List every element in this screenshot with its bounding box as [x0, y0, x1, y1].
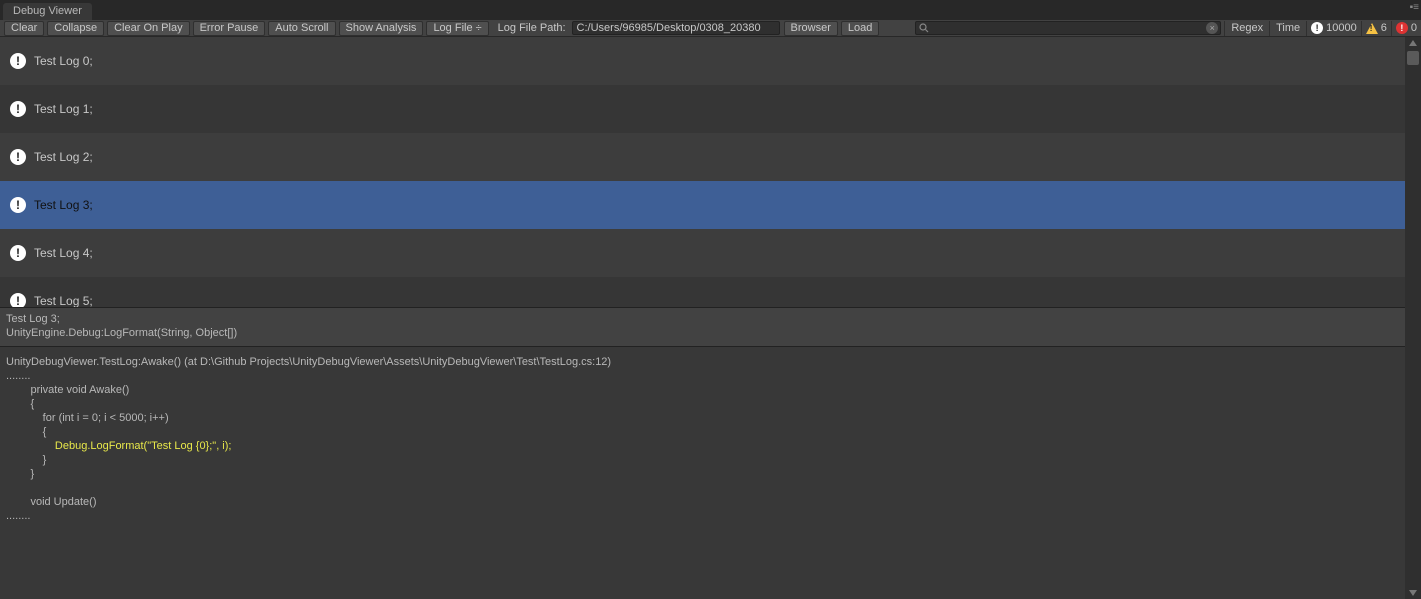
scroll-down-icon[interactable] — [1405, 587, 1421, 599]
detail-message: Test Log 3; — [6, 312, 1415, 326]
search-input[interactable]: × — [915, 21, 1221, 35]
log-file-path-input[interactable]: C:/Users/96985/Desktop/0308_20380 — [572, 21, 780, 35]
toolbar: Clear Collapse Clear On Play Error Pause… — [0, 20, 1421, 37]
info-counter[interactable]: ! 10000 — [1306, 21, 1361, 36]
log-text: Test Log 3; — [34, 198, 93, 212]
scroll-thumb[interactable] — [1407, 51, 1419, 65]
log-file-path-label: Log File Path: — [492, 21, 572, 36]
scroll-up-icon[interactable] — [1405, 37, 1421, 49]
info-icon: ! — [10, 197, 26, 213]
detail-caller: UnityEngine.Debug:LogFormat(String, Obje… — [6, 326, 1415, 340]
log-text: Test Log 2; — [34, 150, 93, 164]
scrollbar[interactable] — [1405, 37, 1421, 599]
info-icon: ! — [10, 101, 26, 117]
warning-icon — [1366, 23, 1378, 34]
info-icon: ! — [10, 245, 26, 261]
log-text: Test Log 4; — [34, 246, 93, 260]
stack-line[interactable]: UnityDebugViewer.TestLog:Awake() (at D:\… — [6, 356, 611, 368]
log-file-dropdown[interactable]: Log File ÷ — [426, 21, 488, 36]
load-button[interactable]: Load — [841, 21, 879, 36]
info-count: 10000 — [1326, 22, 1357, 34]
warning-count: 6 — [1381, 22, 1387, 34]
regex-toggle[interactable]: Regex — [1224, 21, 1269, 36]
log-row[interactable]: ! Test Log 5; — [0, 277, 1421, 307]
error-icon: ! — [1396, 22, 1408, 34]
log-text: Test Log 5; — [34, 294, 93, 307]
detail-body: UnityDebugViewer.TestLog:Awake() (at D:\… — [0, 347, 1421, 531]
code-dots: ........ — [6, 370, 30, 382]
info-icon: ! — [10, 149, 26, 165]
error-count: 0 — [1411, 22, 1417, 34]
collapse-toggle[interactable]: Collapse — [47, 21, 104, 36]
info-icon: ! — [1311, 22, 1323, 34]
code-line: { — [6, 426, 46, 438]
code-line: private void Awake() — [6, 384, 129, 396]
log-text: Test Log 1; — [34, 102, 93, 116]
log-row[interactable]: ! Test Log 2; — [0, 133, 1421, 181]
show-analysis-toggle[interactable]: Show Analysis — [339, 21, 424, 36]
log-list: ! Test Log 0;! Test Log 1;! Test Log 2;! Tes… — [0, 37, 1421, 307]
auto-scroll-toggle[interactable]: Auto Scroll — [268, 21, 335, 36]
code-line-highlight: Debug.LogFormat("Test Log {0};", i); — [6, 440, 231, 452]
code-dots: ........ — [6, 510, 30, 522]
info-icon: ! — [10, 293, 26, 307]
clear-button[interactable]: Clear — [4, 21, 44, 36]
info-icon: ! — [10, 53, 26, 69]
warning-counter[interactable]: 6 — [1361, 21, 1391, 36]
clear-on-play-toggle[interactable]: Clear On Play — [107, 21, 189, 36]
error-pause-toggle[interactable]: Error Pause — [193, 21, 266, 36]
code-line: void Update() — [6, 496, 96, 508]
code-line: } — [6, 454, 46, 466]
log-row[interactable]: ! Test Log 3; — [0, 181, 1421, 229]
code-line: } — [6, 468, 34, 480]
log-text: Test Log 0; — [34, 54, 93, 68]
log-row[interactable]: ! Test Log 0; — [0, 37, 1421, 85]
search-clear-icon[interactable]: × — [1206, 22, 1218, 34]
time-toggle[interactable]: Time — [1269, 21, 1306, 36]
code-line: for (int i = 0; i < 5000; i++) — [6, 412, 169, 424]
code-line: { — [6, 398, 34, 410]
detail-header: Test Log 3; UnityEngine.Debug:LogFormat(… — [0, 307, 1421, 347]
log-row[interactable]: ! Test Log 1; — [0, 85, 1421, 133]
tab-menu-icon[interactable]: ▪≡ — [1410, 2, 1419, 13]
log-row[interactable]: ! Test Log 4; — [0, 229, 1421, 277]
tab-debug-viewer[interactable]: Debug Viewer — [3, 3, 92, 20]
tab-bar: Debug Viewer ▪≡ — [0, 0, 1421, 20]
error-counter[interactable]: ! 0 — [1391, 21, 1421, 36]
search-field[interactable] — [929, 22, 1206, 34]
browser-button[interactable]: Browser — [784, 21, 838, 36]
search-icon — [919, 23, 929, 33]
